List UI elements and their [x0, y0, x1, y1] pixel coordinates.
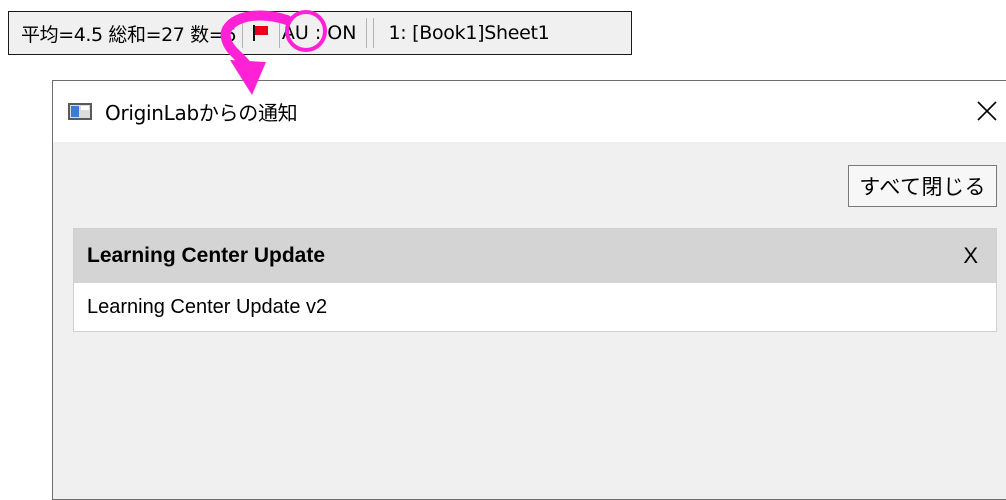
- status-flag-cell: [241, 12, 280, 54]
- notification-close-button[interactable]: X: [963, 243, 978, 269]
- status-active-sheet[interactable]: 1: [Book1]Sheet1: [374, 22, 549, 44]
- flag-icon[interactable]: [251, 25, 271, 41]
- status-separator: [241, 18, 243, 48]
- notification-dialog: OriginLabからの通知 すべて閉じる Learning Center Up…: [52, 80, 1006, 500]
- notification-title: Learning Center Update: [87, 244, 326, 267]
- status-bar: 平均=4.5 総和=27 数=6 AU : ON 1: [Book1]Sheet…: [8, 11, 632, 55]
- dialog-titlebar[interactable]: OriginLabからの通知: [53, 81, 1006, 142]
- notification-card: Learning Center Update X Learning Center…: [73, 228, 997, 332]
- app-icon: [68, 103, 92, 120]
- close-all-button[interactable]: すべて閉じる: [848, 165, 997, 207]
- close-icon[interactable]: [969, 93, 1005, 129]
- dialog-title: OriginLabからの通知: [105, 101, 298, 125]
- notification-header: Learning Center Update X: [74, 229, 996, 283]
- status-autoupdate[interactable]: AU : ON: [280, 22, 367, 44]
- status-separator: [366, 18, 368, 48]
- status-stats: 平均=4.5 総和=27 数=6: [21, 23, 236, 46]
- notification-body[interactable]: Learning Center Update v2: [74, 283, 996, 331]
